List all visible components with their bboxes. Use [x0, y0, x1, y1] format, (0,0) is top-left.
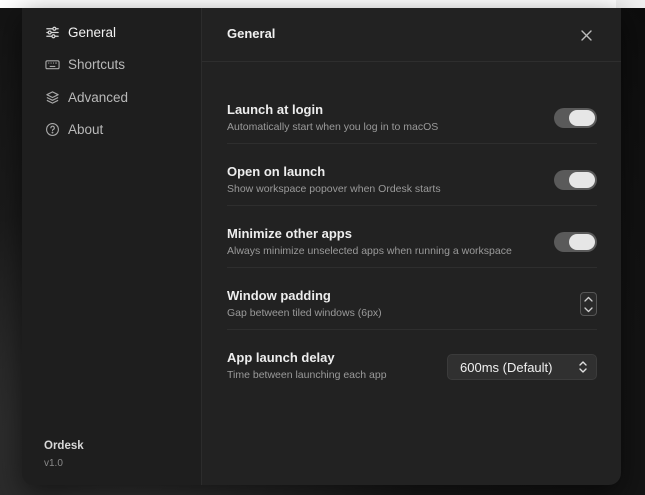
sidebar-item-general[interactable]: General — [44, 20, 116, 44]
question-circle-icon — [44, 121, 60, 137]
sliders-icon — [44, 24, 60, 40]
sidebar-item-about[interactable]: About — [44, 117, 103, 141]
setting-description: Time between launching each app — [227, 369, 387, 381]
setting-description: Automatically start when you log in to m… — [227, 121, 439, 133]
chevron-up-icon — [584, 296, 593, 302]
setting-description: Gap between tiled windows (6px) — [227, 307, 382, 319]
setting-app-launch-delay: App launch delay Time between launching … — [227, 340, 597, 402]
sidebar-item-label: Shortcuts — [68, 56, 126, 72]
setting-title: Launch at login — [227, 102, 324, 117]
close-button[interactable] — [575, 24, 597, 46]
row-divider — [227, 143, 597, 144]
sidebar-item-label: General — [68, 24, 117, 40]
toggle-knob — [569, 110, 595, 126]
app-name: Ordesk — [44, 440, 84, 452]
select-value: 600ms (Default) — [460, 359, 553, 375]
open-on-launch-toggle[interactable] — [554, 170, 597, 190]
setting-minimize-other-apps: Minimize other apps Always minimize unse… — [227, 216, 597, 278]
app-version: v1.0 — [44, 458, 63, 469]
stepper-up-button[interactable] — [581, 294, 596, 303]
row-divider — [227, 267, 597, 268]
row-divider — [227, 329, 597, 330]
page-title: General — [227, 26, 276, 41]
setting-description: Show workspace popover when Ordesk start… — [227, 183, 441, 195]
sidebar-item-advanced[interactable]: Advanced — [44, 85, 128, 109]
toggle-knob — [569, 172, 595, 188]
backdrop-strip-right — [616, 0, 645, 8]
setting-window-padding: Window padding Gap between tiled windows… — [227, 278, 597, 340]
app-launch-delay-select[interactable]: 600ms (Default) — [447, 354, 597, 380]
stepper-down-button[interactable] — [581, 305, 596, 314]
header-divider — [202, 61, 621, 62]
layers-icon — [44, 89, 60, 105]
setting-description: Always minimize unselected apps when run… — [227, 245, 512, 257]
row-divider — [227, 205, 597, 206]
settings-panel: General Launch at login Automatically st… — [202, 8, 621, 485]
launch-at-login-toggle[interactable] — [554, 108, 597, 128]
setting-title: Open on launch — [227, 164, 326, 179]
settings-window: General Shortcuts Advanced About Ordesk … — [22, 8, 621, 485]
sidebar-item-label: About — [68, 121, 104, 137]
setting-title: App launch delay — [227, 350, 335, 365]
keyboard-icon — [44, 56, 60, 72]
setting-open-on-launch: Open on launch Show workspace popover wh… — [227, 154, 597, 216]
chevron-up-down-icon — [579, 361, 587, 373]
sidebar-item-label: Advanced — [68, 89, 129, 105]
close-icon — [580, 29, 592, 41]
minimize-other-apps-toggle[interactable] — [554, 232, 597, 252]
sidebar: General Shortcuts Advanced About Ordesk … — [22, 8, 202, 485]
setting-title: Minimize other apps — [227, 226, 352, 241]
setting-launch-at-login: Launch at login Automatically start when… — [227, 92, 597, 154]
chevron-down-icon — [584, 306, 593, 312]
window-padding-stepper[interactable] — [580, 292, 597, 316]
toggle-knob — [569, 234, 595, 250]
backdrop-strip — [0, 0, 645, 8]
sidebar-item-shortcuts[interactable]: Shortcuts — [44, 52, 125, 76]
setting-title: Window padding — [227, 288, 331, 303]
